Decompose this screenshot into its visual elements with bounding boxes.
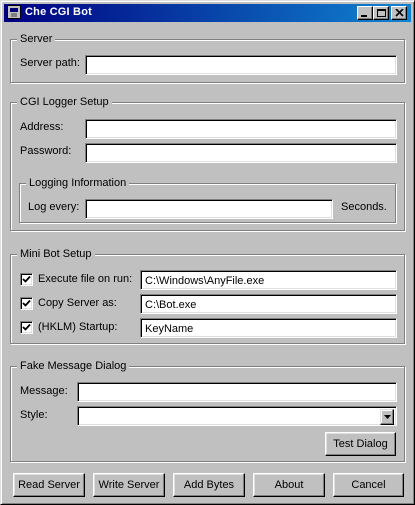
cancel-button[interactable]: Cancel — [333, 473, 404, 497]
copy-server-checkbox[interactable] — [20, 297, 33, 310]
minimize-button[interactable] — [357, 6, 373, 20]
test-dialog-button[interactable]: Test Dialog — [325, 432, 396, 456]
hklm-startup-checkbox[interactable] — [20, 321, 33, 334]
address-label: Address: — [20, 121, 64, 133]
copy-server-input[interactable]: C:\Bot.exe — [140, 294, 397, 314]
execute-file-checkbox[interactable] — [20, 273, 33, 286]
logging-info-legend: Logging Information — [26, 177, 130, 190]
style-dropdown-button[interactable] — [380, 409, 394, 425]
close-button[interactable] — [391, 6, 407, 20]
main-window: Che CGI Bot Server Server path: CGI Logg… — [0, 0, 415, 505]
style-select[interactable] — [77, 406, 397, 426]
style-label: Style: — [20, 409, 48, 421]
cgi-logger-group-legend: CGI Logger Setup — [17, 96, 112, 109]
address-input[interactable] — [85, 119, 397, 139]
app-icon[interactable] — [7, 5, 21, 19]
server-path-input[interactable] — [85, 55, 397, 75]
log-every-label: Log every: — [28, 201, 80, 213]
read-server-button[interactable]: Read Server — [13, 473, 85, 497]
minimize-icon — [361, 15, 367, 17]
add-bytes-button[interactable]: Add Bytes — [173, 473, 245, 497]
hklm-startup-input[interactable]: KeyName — [140, 318, 397, 338]
maximize-button[interactable] — [373, 6, 389, 20]
message-input[interactable] — [77, 382, 397, 402]
window-title: Che CGI Bot — [25, 6, 92, 18]
execute-file-label[interactable]: Execute file on run: — [38, 272, 132, 286]
checkmark-icon — [22, 275, 31, 283]
maximize-icon — [377, 9, 386, 17]
checkmark-icon — [22, 323, 31, 331]
close-icon — [395, 9, 404, 17]
mini-bot-group-legend: Mini Bot Setup — [17, 248, 95, 261]
execute-file-input[interactable]: C:\Windows\AnyFile.exe — [140, 270, 397, 290]
seconds-label: Seconds. — [341, 201, 387, 213]
chevron-down-icon — [384, 415, 391, 419]
write-server-button[interactable]: Write Server — [93, 473, 165, 497]
fake-message-group-legend: Fake Message Dialog — [17, 360, 130, 373]
log-every-input[interactable] — [85, 199, 333, 219]
server-group-legend: Server — [17, 33, 56, 46]
hklm-startup-label[interactable]: (HKLM) Startup: — [38, 320, 117, 334]
title-bar[interactable]: Che CGI Bot — [4, 4, 411, 22]
server-path-label: Server path: — [20, 57, 80, 69]
copy-server-label[interactable]: Copy Server as: — [38, 296, 117, 310]
message-label: Message: — [20, 385, 68, 397]
password-label: Password: — [20, 145, 72, 157]
checkmark-icon — [22, 299, 31, 307]
password-input[interactable] — [85, 143, 397, 163]
about-button[interactable]: About — [253, 473, 325, 497]
